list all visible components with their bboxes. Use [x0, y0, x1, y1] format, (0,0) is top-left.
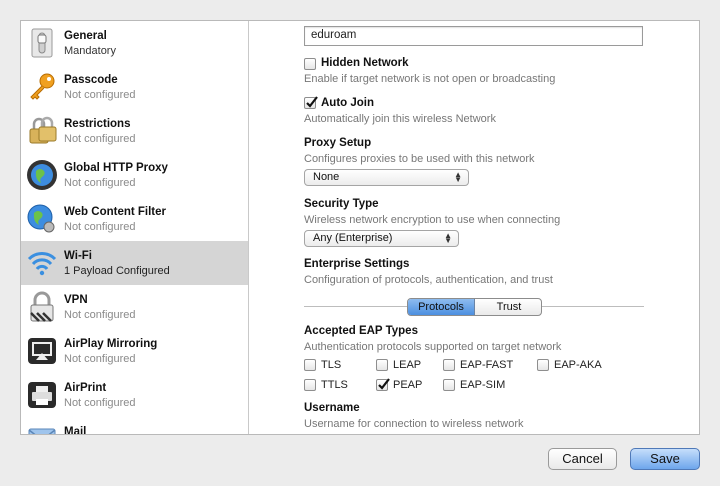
username-description: Username for connection to wireless netw…: [304, 418, 524, 430]
vpn-lock-icon: [26, 291, 58, 323]
eap-fast-label: EAP-FAST: [460, 359, 514, 371]
eap-aka-checkbox[interactable]: [537, 359, 549, 371]
sidebar-item-subtitle: Not configured: [64, 353, 136, 365]
sidebar-item-web-content-filter[interactable]: Web Content Filter Not configured: [21, 197, 248, 241]
printer-icon: [26, 379, 58, 411]
eap-tls-checkbox[interactable]: [304, 359, 316, 371]
sidebar-item-subtitle: Not configured: [64, 89, 136, 101]
sidebar-item-title: AirPrint: [64, 382, 107, 394]
cancel-button[interactable]: Cancel: [548, 448, 617, 470]
eap-fast-checkbox[interactable]: [443, 359, 455, 371]
payload-sidebar: General Mandatory Passcode Not configure…: [21, 21, 249, 434]
eap-sim-label: EAP-SIM: [460, 379, 506, 391]
sidebar-item-title: VPN: [64, 294, 88, 306]
sidebar-item-mail[interactable]: Mail: [21, 417, 248, 434]
ssid-field[interactable]: eduroam: [304, 26, 643, 46]
proxy-setup-description: Configures proxies to be used with this …: [304, 153, 535, 165]
eap-peap-label: PEAP: [393, 379, 423, 391]
profile-editor: General Mandatory Passcode Not configure…: [20, 20, 700, 435]
eap-leap-checkbox[interactable]: [376, 359, 388, 371]
updown-arrows-icon: ▲ ▼: [444, 231, 452, 245]
checkmark-icon: [306, 96, 318, 108]
eap-peap-checkbox[interactable]: [376, 378, 390, 391]
sidebar-item-passcode[interactable]: Passcode Not configured: [21, 65, 248, 109]
security-type-value: Any (Enterprise): [313, 232, 393, 244]
checkmark-icon: [378, 378, 390, 390]
globe-icon: [26, 159, 58, 191]
sidebar-item-airplay-mirroring[interactable]: AirPlay Mirroring Not configured: [21, 329, 248, 373]
mail-icon: [26, 423, 58, 434]
eap-ttls-checkbox[interactable]: [304, 379, 316, 391]
sidebar-item-title: Restrictions: [64, 118, 131, 130]
sidebar-item-general[interactable]: General Mandatory: [21, 21, 248, 65]
sidebar-item-title: Wi-Fi: [64, 250, 92, 262]
sidebar-item-title: Mail: [64, 426, 87, 434]
sidebar-item-wifi[interactable]: Wi-Fi 1 Payload Configured: [21, 241, 248, 285]
globe-filter-icon: [26, 203, 58, 235]
wifi-icon: [26, 247, 58, 279]
proxy-setup-value: None: [313, 171, 340, 183]
eap-leap-label: LEAP: [393, 359, 422, 371]
security-type-description: Wireless network encryption to use when …: [304, 214, 561, 226]
enterprise-settings-label: Enterprise Settings: [304, 258, 410, 270]
divider-left: [304, 306, 407, 307]
eap-tls-label: TLS: [321, 359, 342, 371]
tab-trust[interactable]: Trust: [476, 299, 541, 315]
username-label: Username: [304, 402, 360, 414]
eap-sim-checkbox[interactable]: [443, 379, 455, 391]
sidebar-item-title: Global HTTP Proxy: [64, 162, 168, 174]
proxy-setup-label: Proxy Setup: [304, 137, 372, 149]
sidebar-item-subtitle: Not configured: [64, 309, 136, 321]
sidebar-item-title: Web Content Filter: [64, 206, 167, 218]
sidebar-item-title: Passcode: [64, 74, 118, 86]
tab-protocols[interactable]: Protocols: [408, 299, 475, 315]
auto-join-label: Auto Join: [321, 97, 375, 109]
auto-join-description: Automatically join this wireless Network: [304, 113, 496, 125]
sidebar-item-subtitle: Not configured: [64, 221, 136, 233]
proxy-setup-select[interactable]: None ▲ ▼: [304, 169, 469, 186]
divider-right: [542, 306, 644, 307]
sidebar-item-subtitle: Mandatory: [64, 45, 116, 57]
wifi-settings-panel: eduroam Hidden Network Enable if target …: [250, 21, 699, 434]
hidden-network-description: Enable if target network is not open or …: [304, 73, 556, 85]
save-button[interactable]: Save: [630, 448, 700, 470]
airplay-icon: [26, 335, 58, 367]
eap-types-description: Authentication protocols supported on ta…: [304, 341, 562, 353]
updown-arrows-icon: ▲ ▼: [454, 170, 462, 184]
eap-aka-label: EAP-AKA: [554, 359, 602, 371]
security-type-label: Security Type: [304, 198, 379, 210]
enterprise-settings-description: Configuration of protocols, authenticati…: [304, 274, 553, 286]
hidden-network-label: Hidden Network: [321, 57, 409, 69]
sidebar-item-subtitle: Not configured: [64, 133, 136, 145]
auto-join-checkbox[interactable]: [304, 96, 318, 109]
enterprise-tab-control: Protocols Trust: [407, 298, 542, 316]
padlocks-icon: [26, 115, 58, 147]
sidebar-item-subtitle: 1 Payload Configured: [64, 265, 170, 277]
hidden-network-checkbox[interactable]: [304, 58, 316, 70]
sidebar-item-title: General: [64, 30, 107, 42]
key-icon: [26, 71, 58, 103]
eap-types-label: Accepted EAP Types: [304, 325, 418, 337]
sidebar-item-airprint[interactable]: AirPrint Not configured: [21, 373, 248, 417]
switch-icon: [26, 27, 58, 59]
sidebar-item-subtitle: Not configured: [64, 397, 136, 409]
security-type-select[interactable]: Any (Enterprise) ▲ ▼: [304, 230, 459, 247]
eap-ttls-label: TTLS: [321, 379, 348, 391]
sidebar-item-global-http-proxy[interactable]: Global HTTP Proxy Not configured: [21, 153, 248, 197]
sidebar-item-subtitle: Not configured: [64, 177, 136, 189]
sidebar-item-title: AirPlay Mirroring: [64, 338, 158, 350]
sidebar-item-vpn[interactable]: VPN Not configured: [21, 285, 248, 329]
sidebar-item-restrictions[interactable]: Restrictions Not configured: [21, 109, 248, 153]
